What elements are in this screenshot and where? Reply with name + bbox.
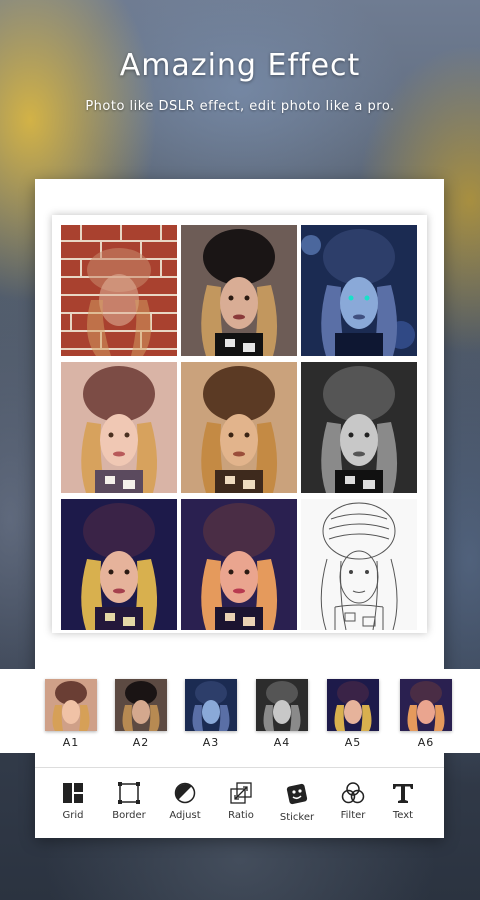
photo-collage[interactable] (52, 215, 427, 633)
effect-thumbnail-strip[interactable]: A1 A2 A3 A4 A5 A6 (0, 669, 480, 753)
effect-label: A1 (62, 736, 80, 749)
tool-label: Ratio (228, 810, 254, 821)
text-button[interactable]: Text (381, 782, 425, 821)
tool-label: Filter (340, 810, 366, 821)
effect-label: A2 (132, 736, 150, 749)
thumbnail-image (256, 679, 308, 731)
thumbnail-image (115, 679, 167, 731)
collage-cell-purple-tone[interactable] (61, 499, 177, 630)
portrait-image (181, 499, 297, 630)
effect-thumbnail[interactable] (185, 679, 237, 731)
promo-header: Amazing Effect Photo like DSLR effect, e… (0, 48, 480, 114)
portrait-image (301, 225, 417, 356)
filter-icon (341, 782, 365, 804)
portrait-image (301, 362, 417, 493)
adjust-icon (174, 782, 196, 804)
portrait-image (181, 225, 297, 356)
portrait-image (61, 499, 177, 630)
collage-cell-black-white[interactable] (301, 362, 417, 493)
filter-button[interactable]: Filter (331, 782, 375, 821)
effect-label: A3 (202, 736, 220, 749)
promo-subtitle: Photo like DSLR effect, edit photo like … (85, 99, 395, 114)
tool-label: Adjust (169, 810, 201, 821)
sticker-button[interactable]: Sticker (275, 782, 319, 823)
thumbnail-image (327, 679, 379, 731)
portrait-image (301, 499, 417, 630)
portrait-image (181, 362, 297, 493)
portrait-image (61, 362, 177, 493)
promo-title: Amazing Effect (119, 48, 361, 83)
tool-label: Sticker (279, 812, 315, 823)
effect-label: A5 (344, 736, 362, 749)
grid-button[interactable]: Grid (51, 782, 95, 821)
adjust-button[interactable]: Adjust (163, 782, 207, 821)
thumbnail-image (45, 679, 97, 731)
collage-cell-pencil-sketch[interactable] (301, 499, 417, 630)
text-icon (393, 784, 413, 803)
border-icon (118, 782, 140, 804)
sticker-icon (286, 783, 308, 805)
effect-thumbnail[interactable] (327, 679, 379, 731)
ratio-icon (230, 782, 252, 804)
ratio-button[interactable]: Ratio (219, 782, 263, 821)
collage-cell-warm-pastel[interactable] (61, 362, 177, 493)
portrait-image (61, 225, 177, 356)
effect-label: A4 (273, 736, 291, 749)
collage-cell-brick-wall[interactable] (61, 225, 177, 356)
effect-thumbnail[interactable] (256, 679, 308, 731)
grid-icon (63, 783, 83, 803)
collage-cell-sepia[interactable] (181, 362, 297, 493)
effect-label: A6 (417, 736, 435, 749)
effect-thumbnail[interactable] (400, 679, 452, 731)
tool-label: Border (112, 810, 146, 821)
bottom-toolbar: Grid Border Adjust Ratio Sticker Filter … (35, 767, 444, 838)
effect-thumbnail[interactable] (115, 679, 167, 731)
collage-cell-dark-contrast[interactable] (181, 225, 297, 356)
collage-cell-blue-night[interactable] (301, 225, 417, 356)
tool-label: Text (392, 810, 414, 821)
thumbnail-image (400, 679, 452, 731)
collage-cell-vivid-purple[interactable] (181, 499, 297, 630)
border-button[interactable]: Border (107, 782, 151, 821)
thumbnail-image (185, 679, 237, 731)
effect-thumbnail[interactable] (45, 679, 97, 731)
tool-label: Grid (62, 810, 84, 821)
